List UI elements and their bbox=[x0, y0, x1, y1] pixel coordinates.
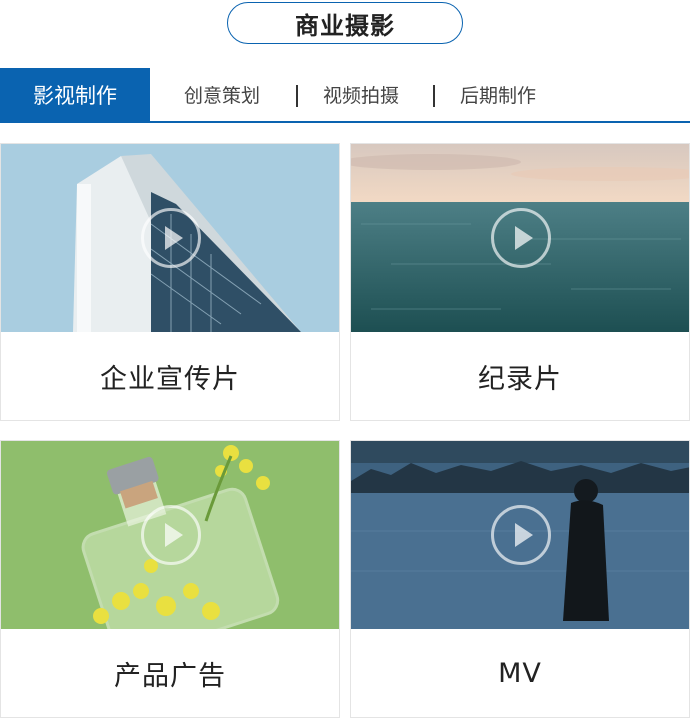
tab-separator bbox=[433, 85, 435, 107]
thumbnail-bottle bbox=[1, 441, 339, 629]
thumbnail-figure-lake bbox=[351, 441, 689, 629]
play-icon[interactable] bbox=[141, 208, 201, 268]
play-icon[interactable] bbox=[491, 208, 551, 268]
video-card-documentary[interactable]: 纪录片 bbox=[350, 143, 690, 421]
play-icon[interactable] bbox=[141, 505, 201, 565]
card-title: 产品广告 bbox=[114, 661, 226, 692]
card-title: 纪录片 bbox=[478, 364, 562, 395]
video-card-product-ad[interactable]: 产品广告 bbox=[0, 440, 340, 718]
tab-video-production[interactable]: 影视制作 bbox=[0, 68, 150, 121]
card-title: MV bbox=[498, 658, 542, 689]
play-icon[interactable] bbox=[491, 505, 551, 565]
card-title: 企业宣传片 bbox=[100, 364, 240, 395]
tab-post-production[interactable]: 后期制作 bbox=[460, 68, 536, 121]
thumbnail-building bbox=[1, 144, 339, 332]
video-card-corporate[interactable]: 企业宣传片 bbox=[0, 143, 340, 421]
tab-separator bbox=[296, 85, 298, 107]
tab-creative-planning[interactable]: 创意策划 bbox=[184, 68, 260, 121]
video-card-mv[interactable]: MV bbox=[350, 440, 690, 718]
tab-video-shooting[interactable]: 视频拍摄 bbox=[323, 68, 399, 121]
section-title: 商业摄影 bbox=[227, 2, 463, 44]
category-tabs: 影视制作 创意策划 视频拍摄 后期制作 bbox=[0, 68, 690, 123]
thumbnail-ocean bbox=[351, 144, 689, 332]
